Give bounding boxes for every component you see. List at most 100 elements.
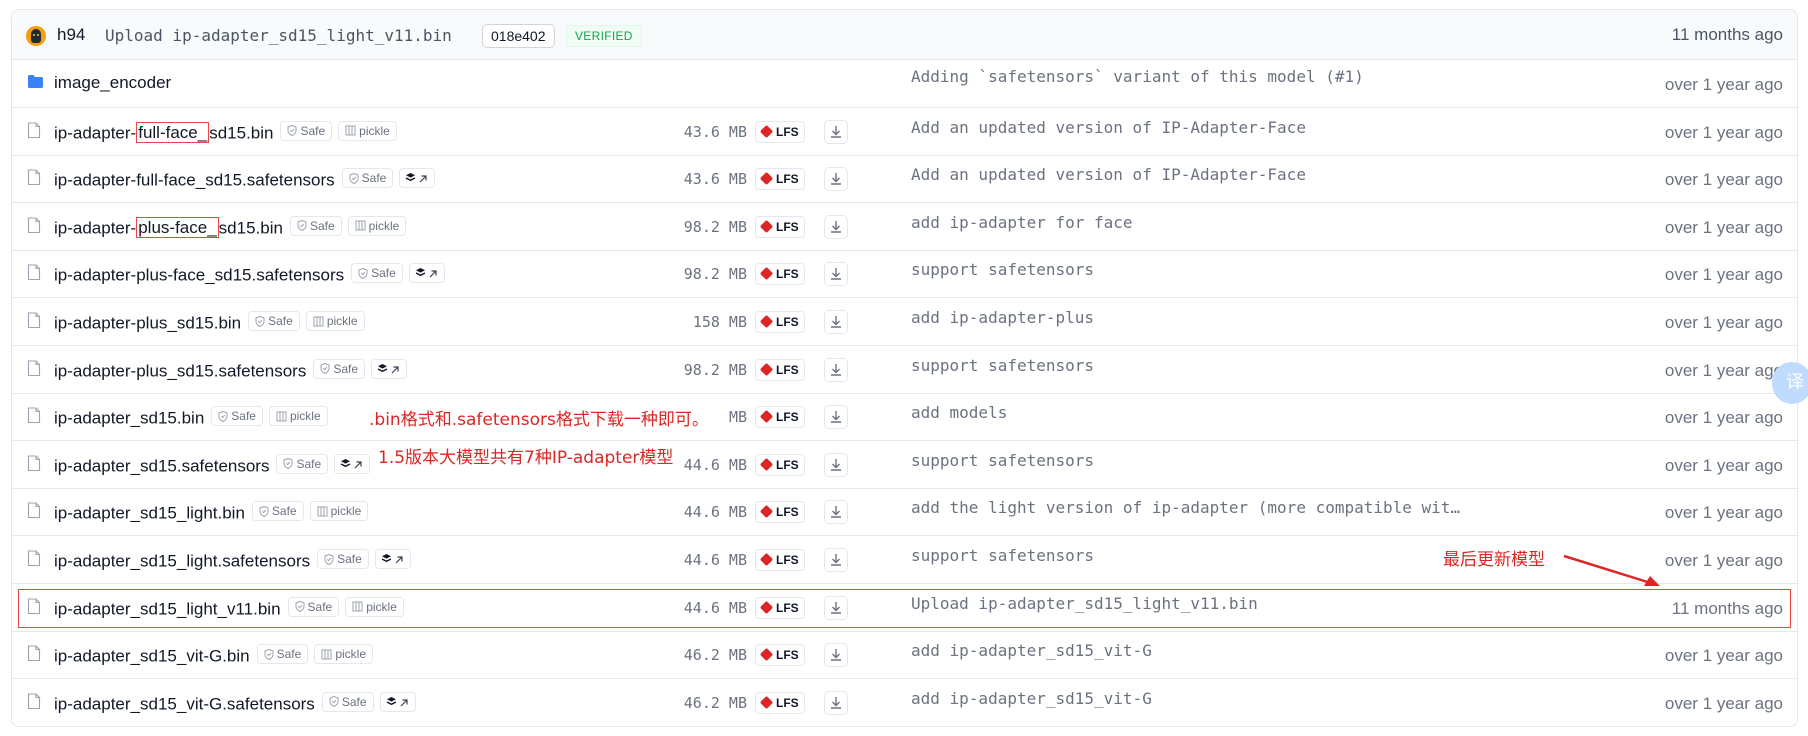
commit-message-link[interactable]: support safetensors	[911, 260, 1094, 279]
download-button[interactable]	[824, 643, 848, 668]
file-row[interactable]: ip-adapter-full-face_ sd15.bin Safe pickle 4…	[12, 108, 1797, 156]
file-row[interactable]: ip-adapter-plus_sd15.bin Safe pickle 158 MB…	[12, 298, 1797, 346]
safe-badge[interactable]: Safe	[341, 168, 394, 189]
file-name-link[interactable]: ip-adapter-plus-face_sd15.safetensors Saf…	[54, 263, 445, 286]
safetensors-viewer-badge[interactable]	[399, 168, 436, 189]
file-row[interactable]: ip-adapter-plus_sd15.safetensors Safe 98.2…	[12, 346, 1797, 394]
file-name-link[interactable]: ip-adapter_sd15_vit-G.safetensors Safe	[54, 691, 416, 715]
file-name-link[interactable]: ip-adapter-plus_sd15.safetensors Safe	[54, 358, 408, 382]
lfs-label: LFS	[776, 315, 799, 329]
file-row[interactable]: ip-adapter_sd15_light.bin Safe pickle 44.6 …	[12, 488, 1797, 537]
file-name-part: image_encoder	[54, 73, 172, 92]
commit-message-link[interactable]: add ip-adapter-plus	[911, 308, 1094, 327]
commit-message-link[interactable]: add models	[911, 403, 1007, 422]
file-row[interactable]: ip-adapter_sd15_vit-G.safetensors Safe 46.…	[12, 679, 1797, 726]
pickle-icon	[345, 125, 356, 136]
download-button[interactable]	[824, 167, 848, 194]
file-name-link[interactable]: image_encoder	[54, 73, 171, 93]
safe-badge[interactable]: Safe	[317, 549, 369, 569]
commit-message-link[interactable]: support safetensors	[911, 451, 1094, 470]
safe-badge[interactable]: Safe	[289, 215, 342, 236]
file-name-link[interactable]: ip-adapter_sd15_vit-G.bin Safe pickle	[54, 644, 373, 667]
pickle-badge[interactable]: pickle	[347, 215, 407, 236]
download-button[interactable]	[824, 214, 848, 239]
download-button[interactable]	[824, 452, 848, 477]
commit-message-link[interactable]: add ip-adapter for face	[911, 213, 1133, 232]
last-modified-time: over 1 year ago	[1664, 551, 1783, 570]
commit-message-link[interactable]: add ip-adapter_sd15_vit-G	[911, 641, 1152, 660]
file-name-link[interactable]: ip-adapter_sd15.bin Safe pickle	[54, 406, 328, 429]
file-size: 44.6 MB	[683, 551, 747, 569]
file-icon	[27, 169, 43, 187]
safetensors-viewer-badge[interactable]	[371, 358, 408, 379]
pickle-badge[interactable]: pickle	[314, 644, 373, 665]
pickle-badge[interactable]: pickle	[305, 311, 365, 331]
safetensors-viewer-badge[interactable]	[379, 691, 416, 712]
safetensors-viewer-badge[interactable]	[334, 453, 371, 474]
download-button[interactable]	[824, 548, 848, 572]
commit-message-link[interactable]: support safetensors	[911, 356, 1094, 375]
pickle-badge[interactable]: pickle	[338, 120, 397, 141]
safe-badge[interactable]: Safe	[313, 358, 366, 379]
download-button[interactable]	[824, 357, 848, 382]
file-name-link[interactable]: ip-adapter-plus_sd15.bin Safe pickle	[54, 311, 365, 334]
commit-message-link[interactable]: support safetensors	[911, 546, 1094, 565]
translate-widget[interactable]: 译	[1772, 362, 1808, 404]
safetensors-viewer-badge[interactable]	[408, 263, 445, 284]
pickle-badge[interactable]: pickle	[268, 406, 328, 427]
file-name-link[interactable]: ip-adapter_sd15.safetensors Safe	[54, 453, 371, 477]
file-name-link[interactable]: ip-adapter_sd15_light.bin Safe pickle	[54, 501, 369, 524]
safetensors-viewer-badge[interactable]	[374, 549, 411, 569]
file-row[interactable]: ip-adapter_sd15.bin Safe pickle MB LFS add mo…	[12, 393, 1797, 442]
safe-badge[interactable]: Safe	[251, 501, 304, 522]
file-name-link[interactable]: ip-adapter-full-face_ sd15.bin Safe pickle	[54, 120, 397, 144]
safe-badge[interactable]: Safe	[211, 406, 263, 427]
safe-badge[interactable]: Safe	[248, 311, 300, 331]
commit-author[interactable]: h94	[57, 25, 85, 45]
lfs-label: LFS	[776, 410, 799, 425]
badge-label: Safe	[333, 361, 359, 376]
file-name-link[interactable]: ip-adapter-plus-face_ sd15.bin Safe pickle	[54, 215, 407, 239]
file-row[interactable]: ip-adapter-plus-face_ sd15.bin Safe pickle 9…	[12, 203, 1797, 251]
safe-badge[interactable]: Safe	[276, 453, 329, 474]
file-name-part: ip-adapter_sd15_vit-G.bin	[54, 646, 250, 666]
file-row[interactable]: image_encoder Adding `safetensors` varian…	[12, 60, 1797, 108]
download-icon	[825, 554, 847, 575]
download-icon	[825, 316, 847, 337]
shield-check-icon	[259, 505, 269, 517]
commit-sha[interactable]: 018e402	[482, 24, 555, 48]
file-row[interactable]: ip-adapter_sd15.safetensors Safe 44.6 MB LF…	[12, 441, 1797, 489]
last-commit-header: h94 Upload ip-adapter_sd15_light_v11.bin…	[12, 10, 1797, 60]
commit-message-link[interactable]: add ip-adapter_sd15_vit-G	[911, 689, 1152, 708]
file-name-part: ip-adapter_sd15.safetensors	[54, 456, 270, 476]
pickle-badge[interactable]: pickle	[309, 501, 369, 522]
author-avatar[interactable]	[26, 26, 46, 46]
commit-message-link[interactable]: Add an updated version of IP-Adapter-Fac…	[911, 118, 1306, 137]
download-button[interactable]	[824, 500, 848, 525]
file-name-link[interactable]: ip-adapter-full-face_sd15.safetensors Saf…	[54, 168, 436, 191]
safe-badge[interactable]: Safe	[351, 263, 403, 284]
file-row[interactable]: ip-adapter-plus-face_sd15.safetensors Saf…	[12, 250, 1797, 299]
download-button[interactable]	[824, 310, 848, 334]
download-icon	[825, 173, 847, 194]
download-button[interactable]	[824, 405, 848, 430]
file-row[interactable]: ip-adapter-full-face_sd15.safetensors Saf…	[12, 155, 1797, 204]
download-button[interactable]	[824, 690, 848, 715]
shield-check-icon	[358, 267, 368, 279]
last-modified-time: over 1 year ago	[1664, 122, 1783, 142]
file-name-link[interactable]: ip-adapter_sd15_light.safetensors Safe	[54, 549, 411, 572]
commit-message-link[interactable]: Adding `safetensors` variant of this mod…	[911, 67, 1364, 86]
badge-label: Safe	[371, 266, 396, 281]
safe-badge[interactable]: Safe	[280, 120, 333, 141]
download-button[interactable]	[824, 119, 848, 144]
safe-badge[interactable]: Safe	[256, 644, 309, 665]
file-row[interactable]: ip-adapter_sd15_vit-G.bin Safe pickle 46.2 …	[12, 631, 1797, 680]
commit-message[interactable]: Upload ip-adapter_sd15_light_v11.bin	[105, 26, 452, 45]
commit-message-link[interactable]: add the light version of ip-adapter (mor…	[911, 498, 1460, 517]
download-button[interactable]	[824, 262, 848, 287]
last-modified-time: over 1 year ago	[1664, 455, 1783, 475]
safe-badge[interactable]: Safe	[321, 691, 374, 712]
commit-message-link[interactable]: Add an updated version of IP-Adapter-Fac…	[911, 165, 1306, 184]
security-badges: Safe	[321, 691, 416, 712]
file-size: 98.2 MB	[683, 360, 747, 379]
